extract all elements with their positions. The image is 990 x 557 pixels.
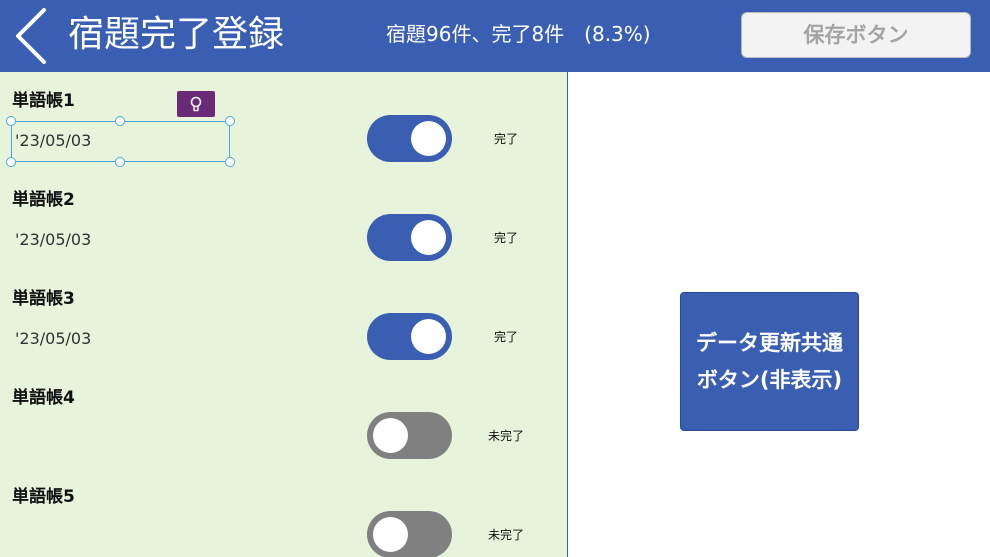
resize-handle[interactable] [115, 116, 125, 126]
lightbulb-icon [190, 96, 202, 112]
status-label: 未完了 [487, 528, 524, 542]
back-button[interactable] [10, 4, 56, 68]
gallery-row[interactable]: 単語帳2 '23/05/03 完了 [0, 171, 567, 271]
homework-gallery: 単語帳1 '23/05/03 完了 単語帳2 '23/05/03 完了 単語帳3… [0, 72, 568, 557]
progress-summary: 宿題96件、完了8件 (8.3%) [386, 22, 651, 46]
chevron-left-icon [16, 8, 46, 64]
app-header: 宿題完了登録 宿題96件、完了8件 (8.3%) 保存ボタン [0, 0, 990, 72]
data-update-button-label: データ更新共通 ボタン(非表示) [696, 325, 843, 399]
completion-toggle[interactable] [367, 511, 452, 557]
gallery-row[interactable]: 単語帳1 '23/05/03 完了 [0, 72, 567, 172]
toggle-knob [411, 220, 446, 255]
gallery-row[interactable]: 単語帳5 未完了 [0, 468, 567, 557]
resize-handle[interactable] [225, 116, 235, 126]
completion-date: '23/05/03 [15, 329, 92, 348]
page-title: 宿題完了登録 [68, 14, 285, 55]
item-name: 単語帳1 [12, 91, 75, 111]
data-update-button[interactable]: データ更新共通 ボタン(非表示) [680, 292, 859, 431]
ideas-button[interactable] [177, 91, 215, 117]
toggle-knob [411, 319, 446, 354]
completion-toggle[interactable] [367, 115, 452, 162]
update-button-line-2: ボタン(非表示) [696, 367, 843, 392]
completion-date: '23/05/03 [15, 230, 92, 249]
item-name: 単語帳5 [12, 487, 75, 507]
save-button[interactable]: 保存ボタン [741, 12, 971, 58]
completion-toggle[interactable] [367, 412, 452, 459]
completion-toggle[interactable] [367, 313, 452, 360]
toggle-knob [373, 517, 408, 552]
gallery-row[interactable]: 単語帳4 未完了 [0, 369, 567, 469]
status-label: 完了 [493, 231, 518, 245]
item-name: 単語帳4 [12, 388, 75, 408]
completion-date[interactable]: '23/05/03 [15, 129, 91, 153]
resize-handle[interactable] [225, 157, 235, 167]
toggle-knob [373, 418, 408, 453]
resize-handle[interactable] [6, 116, 16, 126]
item-name: 単語帳3 [12, 289, 75, 309]
status-label: 完了 [493, 330, 518, 344]
update-button-line-1: データ更新共通 [696, 330, 843, 355]
item-name: 単語帳2 [12, 190, 75, 210]
resize-handle[interactable] [115, 157, 125, 167]
gallery-row[interactable]: 単語帳3 '23/05/03 完了 [0, 270, 567, 370]
status-label: 完了 [493, 132, 518, 146]
completion-toggle[interactable] [367, 214, 452, 261]
status-label: 未完了 [487, 429, 524, 443]
resize-handle[interactable] [6, 157, 16, 167]
toggle-knob [411, 121, 446, 156]
